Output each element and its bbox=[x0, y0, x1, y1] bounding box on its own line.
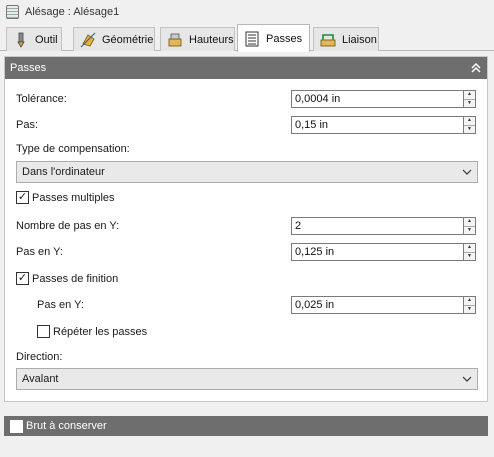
compensation-label: Type de compensation: bbox=[16, 143, 130, 155]
passes-finition-label[interactable]: Passes de finition bbox=[32, 273, 118, 285]
pas-y-label: Pas en Y: bbox=[16, 246, 63, 258]
decrement-arrow-icon[interactable]: ▼ bbox=[464, 251, 475, 261]
tab-passes[interactable]: Passes bbox=[237, 24, 310, 52]
passes-section-title: Passes bbox=[10, 62, 47, 74]
finition-pas-y-label: Pas en Y: bbox=[37, 299, 84, 311]
pas-y-field[interactable] bbox=[291, 243, 464, 261]
increment-arrow-icon[interactable]: ▲ bbox=[464, 218, 475, 226]
passes-icon bbox=[244, 31, 260, 47]
repeter-passes-label[interactable]: Répéter les passes bbox=[53, 326, 147, 338]
pas-stepper[interactable]: ▲▼ bbox=[291, 116, 476, 134]
compensation-select[interactable]: Dans l'ordinateur bbox=[16, 161, 478, 183]
compensation-row: Type de compensation: bbox=[16, 143, 476, 155]
nombre-pas-y-label: Nombre de pas en Y: bbox=[16, 220, 120, 232]
tab-outil-label: Outil bbox=[35, 33, 58, 46]
heights-icon bbox=[167, 32, 183, 48]
pas-y-row: Pas en Y: ▲▼ bbox=[16, 243, 476, 261]
finition-pas-y-field[interactable] bbox=[291, 296, 464, 314]
bore-feature-icon bbox=[6, 5, 19, 19]
brut-checkbox[interactable] bbox=[10, 419, 23, 433]
linking-icon bbox=[320, 32, 336, 48]
tab-liaison[interactable]: Liaison bbox=[313, 27, 379, 51]
finition-pas-y-row: Pas en Y: ▲▼ bbox=[37, 296, 476, 314]
brut-label[interactable]: Brut à conserver bbox=[26, 420, 107, 432]
tolerance-stepper[interactable]: ▲▼ bbox=[291, 90, 476, 108]
tab-strip: Outil Géométrie Hauteurs Passes Liaison bbox=[0, 24, 494, 52]
window-title: Alésage : Alésage1 bbox=[25, 6, 120, 18]
increment-arrow-icon[interactable]: ▲ bbox=[464, 91, 475, 99]
passes-multiples-checkbox[interactable]: ✓ bbox=[16, 191, 29, 204]
double-chevron-up-icon[interactable] bbox=[470, 62, 482, 74]
direction-label: Direction: bbox=[16, 351, 63, 363]
passes-panel: Passes Tolérance: ▲▼ Pas: ▲▼ Type de com… bbox=[4, 56, 488, 402]
tolerance-row: Tolérance: ▲▼ bbox=[16, 90, 476, 108]
direction-value: Avalant bbox=[22, 373, 59, 385]
direction-select[interactable]: Avalant bbox=[16, 368, 478, 390]
finition-pas-y-stepper[interactable]: ▲▼ bbox=[291, 296, 476, 314]
pas-field[interactable] bbox=[291, 116, 464, 134]
direction-row: Direction: bbox=[16, 351, 476, 363]
passes-multiples-row: ✓ Passes multiples bbox=[16, 191, 476, 204]
tab-geometrie[interactable]: Géométrie bbox=[73, 27, 155, 51]
tab-passes-label: Passes bbox=[266, 32, 303, 45]
decrement-arrow-icon[interactable]: ▼ bbox=[464, 98, 475, 108]
decrement-arrow-icon[interactable]: ▼ bbox=[464, 124, 475, 134]
tab-geometrie-label: Géométrie bbox=[102, 33, 154, 46]
pas-y-stepper[interactable]: ▲▼ bbox=[291, 243, 476, 261]
tolerance-label: Tolérance: bbox=[16, 93, 67, 105]
chevron-down-icon bbox=[462, 167, 472, 177]
repeter-passes-row: Répéter les passes bbox=[37, 325, 476, 338]
passes-finition-checkbox[interactable]: ✓ bbox=[16, 272, 29, 285]
increment-arrow-icon[interactable]: ▲ bbox=[464, 297, 475, 305]
tab-hauteurs-label: Hauteurs bbox=[189, 33, 234, 46]
chevron-down-icon bbox=[462, 374, 472, 384]
brut-section-header[interactable]: Brut à conserver bbox=[4, 416, 488, 436]
tool-icon bbox=[13, 32, 29, 48]
decrement-arrow-icon[interactable]: ▼ bbox=[464, 304, 475, 314]
geometry-icon bbox=[80, 32, 96, 48]
pas-row: Pas: ▲▼ bbox=[16, 116, 476, 134]
increment-arrow-icon[interactable]: ▲ bbox=[464, 117, 475, 125]
passes-finition-row: ✓ Passes de finition bbox=[16, 272, 476, 285]
tab-liaison-label: Liaison bbox=[342, 33, 377, 46]
compensation-value: Dans l'ordinateur bbox=[22, 166, 105, 178]
nombre-pas-y-stepper[interactable]: ▲▼ bbox=[291, 217, 476, 235]
pas-label: Pas: bbox=[16, 119, 39, 131]
tab-outil[interactable]: Outil bbox=[6, 27, 62, 51]
decrement-arrow-icon[interactable]: ▼ bbox=[464, 225, 475, 235]
repeter-passes-checkbox[interactable] bbox=[37, 325, 50, 338]
passes-multiples-label[interactable]: Passes multiples bbox=[32, 192, 115, 204]
increment-arrow-icon[interactable]: ▲ bbox=[464, 244, 475, 252]
nombre-pas-y-row: Nombre de pas en Y: ▲▼ bbox=[16, 217, 476, 235]
passes-section-header[interactable]: Passes bbox=[5, 57, 487, 79]
nombre-pas-y-field[interactable] bbox=[291, 217, 464, 235]
tab-hauteurs[interactable]: Hauteurs bbox=[160, 27, 235, 51]
window-titlebar: Alésage : Alésage1 bbox=[0, 0, 494, 24]
tolerance-field[interactable] bbox=[291, 90, 464, 108]
